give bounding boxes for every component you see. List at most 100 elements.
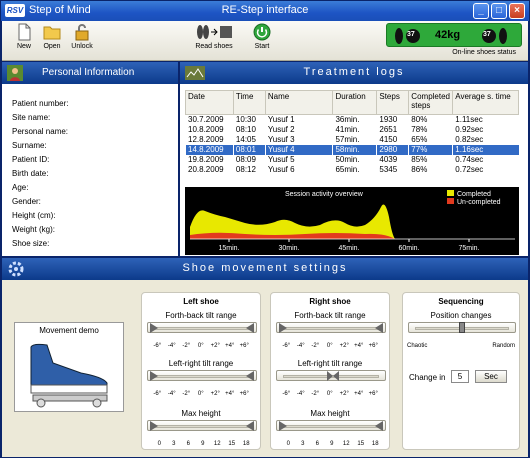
legend-completed: Completed: [457, 191, 491, 198]
left-mh-slider[interactable]: [147, 420, 257, 431]
table-cell: Yusuf 2: [264, 124, 333, 135]
x-ticks: 15min. 30min. 45min. 60min. 75min.: [218, 239, 480, 252]
left-lr-max-handle[interactable]: [246, 371, 254, 381]
treatment-logs-table: Date Time Name Duration Steps Completed …: [185, 90, 519, 175]
right-fb-min-handle[interactable]: [279, 323, 287, 333]
table-cell: 1.11sec: [452, 114, 519, 125]
table-row[interactable]: 30.7.2009 10:30 Yusuf 1 36min. 1930 80% 1.11se…: [185, 114, 519, 125]
scale-tick-label: 3: [172, 441, 176, 447]
table-cell: 1.16sec: [452, 144, 519, 155]
shoes-status-panel: 37 42kg 37: [386, 23, 522, 47]
col-completed[interactable]: Completed steps: [408, 90, 454, 115]
toolbar: New Open Unlock Read shoes Start 37 42kg…: [2, 21, 528, 61]
scale-tick-label: +6°: [239, 343, 249, 349]
right-mh-max-handle[interactable]: [375, 421, 383, 431]
table-cell: 0.82sec: [452, 134, 519, 145]
col-duration[interactable]: Duration: [332, 90, 378, 115]
table-cell: 41min.: [332, 124, 377, 135]
right-mh-slider[interactable]: [276, 420, 386, 431]
new-button[interactable]: New: [12, 23, 36, 50]
right-shoe-size: 37: [483, 31, 491, 38]
seconds-button[interactable]: Sec: [475, 370, 507, 383]
right-fb-max-handle[interactable]: [375, 323, 383, 333]
table-row[interactable]: 19.8.2009 08:09 Yusuf 5 50min. 4039 85% 0.74se…: [185, 154, 519, 165]
table-cell: 0.72sec: [452, 164, 519, 175]
left-mh-min-handle[interactable]: [150, 421, 158, 431]
scale-tick-label: 3: [301, 441, 305, 447]
person-icon: [7, 65, 23, 81]
right-fb-slider[interactable]: [276, 322, 386, 333]
unlock-label: Unlock: [71, 43, 93, 50]
read-shoes-icon: [197, 25, 232, 39]
change-in-input[interactable]: 5: [451, 370, 469, 383]
movement-demo-label: Movement demo: [39, 326, 99, 335]
left-mh-max-handle[interactable]: [246, 421, 254, 431]
left-fb-min-handle[interactable]: [150, 323, 158, 333]
left-fb-max-handle[interactable]: [246, 323, 254, 333]
right-lr-slider[interactable]: [276, 370, 386, 381]
scale-tick-label: -2°: [182, 343, 191, 349]
random-label: Random: [492, 343, 515, 349]
left-fb-track: [154, 327, 250, 330]
col-time[interactable]: Time: [232, 90, 266, 115]
maximize-button[interactable]: □: [491, 3, 507, 19]
scale-tick-label: 0: [286, 441, 290, 447]
scale-tick-label: 0°: [326, 343, 333, 349]
table-cell: 0.92sec: [452, 124, 519, 135]
change-in-label: Change in: [409, 373, 446, 382]
table-cell: 08:12: [232, 164, 266, 175]
table-row[interactable]: 10.8.2009 08:10 Yusuf 2 41min. 2651 78% 0.92se…: [185, 124, 519, 135]
right-lr-scale: -6° -4° -2° 0° +2° +4° +6°: [279, 391, 381, 397]
open-button[interactable]: Open: [40, 23, 64, 50]
col-average[interactable]: Average s. time: [452, 90, 519, 115]
table-cell: 2651: [376, 124, 409, 135]
scale-tick-label: +4°: [354, 343, 364, 349]
scale-tick-label: +6°: [368, 391, 378, 397]
table-cell: 58min.: [332, 144, 377, 155]
site-name-label: Site name:: [12, 113, 51, 122]
read-shoes-button[interactable]: Read shoes: [192, 23, 236, 50]
right-lr-max-handle[interactable]: [333, 371, 339, 381]
table-cell: Yusuf 5: [264, 154, 333, 165]
treatment-logs-header: Treatment logs: [180, 62, 528, 84]
left-lr-min-handle[interactable]: [150, 371, 158, 381]
read-shoes-label: Read shoes: [195, 43, 233, 50]
table-cell: 10.8.2009: [185, 124, 234, 135]
sequencing-title: Sequencing: [438, 297, 484, 306]
scale-tick-label: 15: [228, 441, 236, 447]
left-lr-slider[interactable]: [147, 370, 257, 381]
window-title: RE-Step interface: [221, 4, 309, 16]
close-button[interactable]: ×: [509, 3, 525, 19]
table-cell: 14.8.2009: [185, 144, 234, 155]
left-fb-label: Forth-back tilt range: [165, 311, 237, 320]
table-cell: 14:05: [232, 134, 266, 145]
right-mh-min-handle[interactable]: [279, 421, 287, 431]
table-row[interactable]: 20.8.2009 08:12 Yusuf 6 65min. 5345 86% 0.72se…: [185, 164, 519, 175]
scale-tick-label: -4°: [167, 343, 176, 349]
table-row[interactable]: 14.8.2009 08:01 Yusuf 4 58min. 2980 77% 1.16se…: [185, 144, 519, 155]
left-fb-slider[interactable]: [147, 322, 257, 333]
right-fb-track: [283, 327, 379, 330]
left-lr-label: Left-right tilt range: [168, 359, 234, 368]
position-changes-slider[interactable]: [408, 322, 516, 333]
movement-demo: Movement demo: [14, 322, 124, 412]
table-cell: Yusuf 3: [264, 134, 333, 145]
minimize-button[interactable]: _: [473, 3, 489, 19]
scale-tick-label: +2°: [210, 343, 220, 349]
col-name[interactable]: Name: [264, 90, 334, 115]
table-row[interactable]: 12.8.2009 14:05 Yusuf 3 57min. 4150 65% 0.82se…: [185, 134, 519, 145]
scale-tick-label: 18: [371, 441, 379, 447]
col-date[interactable]: Date: [185, 90, 234, 115]
start-button[interactable]: Start: [250, 23, 274, 50]
unlock-button[interactable]: Unlock: [68, 23, 96, 50]
x-tick-label: 75min.: [458, 245, 479, 252]
table-cell: 78%: [408, 124, 453, 135]
start-label: Start: [254, 43, 270, 50]
table-cell: 77%: [408, 144, 453, 155]
position-changes-handle[interactable]: [459, 322, 465, 333]
x-tick-label: 30min.: [278, 245, 299, 252]
col-steps[interactable]: Steps: [376, 90, 410, 115]
height-label: Height (cm):: [12, 211, 56, 220]
legend-uncompleted-swatch: [447, 198, 454, 204]
folder-icon: [43, 26, 61, 40]
